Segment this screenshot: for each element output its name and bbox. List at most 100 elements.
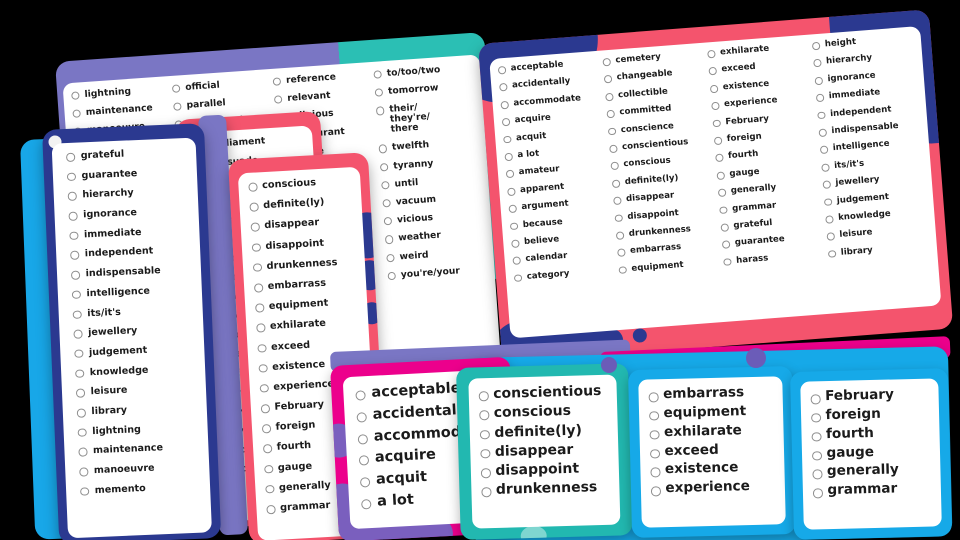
checkbox-icon[interactable] xyxy=(264,464,274,474)
word-list-item[interactable]: gauge xyxy=(716,163,821,180)
word-list-item[interactable]: conscientious xyxy=(478,383,617,402)
checkbox-icon[interactable] xyxy=(814,76,823,85)
word-list-item[interactable]: conscious xyxy=(610,153,715,171)
checkbox-icon[interactable] xyxy=(618,265,627,275)
checkbox-icon[interactable] xyxy=(617,248,626,257)
word-list-item[interactable]: generally xyxy=(812,462,940,480)
checkbox-icon[interactable] xyxy=(387,271,397,281)
word-list-item[interactable]: guarantee xyxy=(66,166,197,182)
checkbox-icon[interactable] xyxy=(717,188,727,197)
word-list-item[interactable]: lightning xyxy=(77,422,207,437)
checkbox-icon[interactable] xyxy=(384,235,394,244)
word-list-item[interactable]: accidentally xyxy=(499,75,604,92)
word-list-item[interactable]: manoeuvre xyxy=(79,461,209,477)
checkbox-icon[interactable] xyxy=(253,283,264,293)
checkbox-icon[interactable] xyxy=(499,83,508,92)
checkbox-icon[interactable] xyxy=(266,504,276,514)
checkbox-icon[interactable] xyxy=(69,231,79,241)
word-list-item[interactable]: definite(ly) xyxy=(479,422,618,440)
checkbox-icon[interactable] xyxy=(77,428,87,437)
checkbox-icon[interactable] xyxy=(248,182,258,192)
word-list-item[interactable]: gauge xyxy=(811,444,940,461)
word-list-item[interactable]: equipment xyxy=(649,403,783,421)
word-list-item[interactable]: grammar xyxy=(812,481,941,499)
word-list-item[interactable]: definite(ly) xyxy=(249,196,361,212)
word-list-item[interactable]: embarrass xyxy=(617,240,722,257)
word-list-item[interactable]: generally xyxy=(717,180,823,197)
word-list-item[interactable]: foreign xyxy=(811,406,939,423)
word-list-item[interactable]: acceptable xyxy=(497,57,603,75)
checkbox-icon[interactable] xyxy=(71,290,81,300)
checkbox-icon[interactable] xyxy=(258,363,268,373)
word-list-item[interactable]: their/ they're/ there xyxy=(375,99,479,135)
word-list-item[interactable]: intelligence xyxy=(819,137,925,155)
word-list-item[interactable]: believe xyxy=(511,231,616,248)
word-list-item[interactable]: foreign xyxy=(713,128,819,145)
checkbox-icon[interactable] xyxy=(821,163,830,172)
main-word-list-card[interactable]: acceptable accidentally accommodate acquire… xyxy=(478,9,954,364)
checkbox-icon[interactable] xyxy=(479,429,490,440)
word-list-item[interactable]: February xyxy=(712,111,817,128)
checkbox-icon[interactable] xyxy=(373,70,383,79)
word-list-item[interactable]: to/too/two xyxy=(373,63,474,79)
word-list-item[interactable]: changeable xyxy=(603,67,709,84)
checkbox-icon[interactable] xyxy=(826,232,835,241)
word-list-item[interactable]: harass xyxy=(723,249,828,267)
checkbox-icon[interactable] xyxy=(375,106,385,116)
checkbox-icon[interactable] xyxy=(614,213,623,223)
word-list-item[interactable]: ignorance xyxy=(814,68,919,85)
checkbox-icon[interactable] xyxy=(497,65,507,75)
checkbox-icon[interactable] xyxy=(607,127,617,136)
checkbox-icon[interactable] xyxy=(719,205,728,215)
checkbox-icon[interactable] xyxy=(713,136,723,145)
checkbox-icon[interactable] xyxy=(68,211,78,221)
word-list-item[interactable]: library xyxy=(827,241,933,259)
checkbox-icon[interactable] xyxy=(72,310,82,319)
word-list-item[interactable]: fourth xyxy=(811,425,939,442)
checkbox-icon[interactable] xyxy=(505,169,515,179)
word-list-item[interactable]: embarrass xyxy=(648,384,782,402)
checkbox-icon[interactable] xyxy=(815,93,825,103)
checkbox-icon[interactable] xyxy=(649,411,659,421)
checkbox-icon[interactable] xyxy=(478,391,489,401)
word-list-item[interactable]: acquire xyxy=(501,110,607,127)
word-list-item[interactable]: collectible xyxy=(605,84,710,101)
word-list-item[interactable]: fourth xyxy=(715,145,820,163)
word-list-item[interactable]: exhilarate xyxy=(649,422,783,440)
word-list-item[interactable]: its/it's xyxy=(821,155,926,172)
cyan-word-list-card-2[interactable]: embarrass equipment exhilarate exceed existe… xyxy=(628,365,797,538)
word-list-item[interactable]: conscientious xyxy=(609,136,714,153)
checkbox-icon[interactable] xyxy=(513,274,523,283)
checkbox-icon[interactable] xyxy=(707,49,716,59)
word-list-item[interactable]: immediate xyxy=(815,85,921,103)
word-list-item[interactable]: ignorance xyxy=(68,206,198,221)
word-list-item[interactable]: tyranny xyxy=(379,155,481,172)
checkbox-icon[interactable] xyxy=(66,172,76,182)
word-list-item[interactable]: equipment xyxy=(255,297,367,313)
checkbox-icon[interactable] xyxy=(709,84,719,93)
word-list-item[interactable]: jewellery xyxy=(73,324,203,339)
checkbox-icon[interactable] xyxy=(259,383,269,394)
word-list-item[interactable]: exhilarate xyxy=(256,317,368,333)
word-list-item[interactable]: February xyxy=(810,386,938,404)
word-list-item[interactable]: disappear xyxy=(250,216,363,232)
word-list-item[interactable]: intelligence xyxy=(71,284,202,300)
checkbox-icon[interactable] xyxy=(716,171,725,180)
checkbox-icon[interactable] xyxy=(383,217,393,226)
checkbox-icon[interactable] xyxy=(358,455,370,466)
word-list-item[interactable]: height xyxy=(811,33,917,51)
checkbox-icon[interactable] xyxy=(382,198,392,208)
checkbox-icon[interactable] xyxy=(822,180,831,189)
word-list-item[interactable]: leisure xyxy=(826,224,931,241)
checkbox-icon[interactable] xyxy=(65,152,75,162)
teal-word-list-card[interactable]: conscientious conscious definite(ly) disapp… xyxy=(456,363,633,540)
word-list-item[interactable]: hierarchy xyxy=(813,51,918,68)
word-list-item[interactable]: you're/your xyxy=(387,264,488,281)
word-list-item[interactable]: drunkenness xyxy=(481,479,619,498)
checkbox-icon[interactable] xyxy=(823,197,833,207)
word-list-item[interactable]: until xyxy=(381,173,482,190)
checkbox-icon[interactable] xyxy=(811,431,822,442)
word-list-item[interactable]: maintenance xyxy=(72,102,173,119)
checkbox-icon[interactable] xyxy=(76,408,86,418)
checkbox-icon[interactable] xyxy=(818,128,827,137)
